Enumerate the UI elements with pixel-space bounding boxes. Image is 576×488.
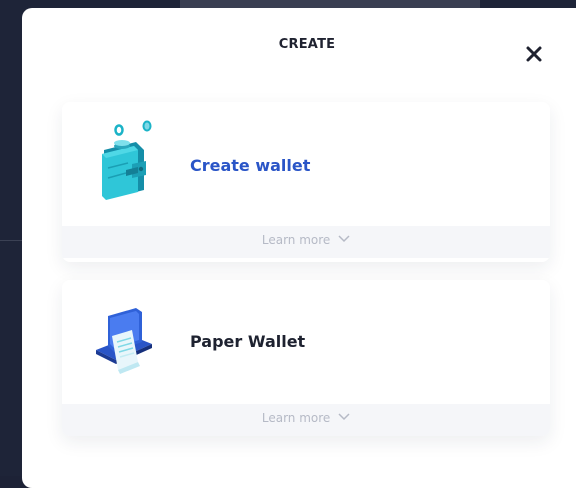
paper-wallet-option[interactable]: Paper Wallet [62, 280, 550, 404]
chevron-down-icon [338, 413, 350, 421]
chevron-down-icon [338, 235, 350, 243]
close-button[interactable] [522, 42, 546, 66]
create-wallet-option[interactable]: Create wallet [62, 102, 550, 226]
paper-wallet-label: Paper Wallet [190, 332, 306, 351]
paper-wallet-icon [96, 308, 152, 374]
create-wallet-card: Create wallet Learn more [62, 102, 550, 262]
backdrop-header [180, 0, 480, 8]
modal-title: CREATE [278, 37, 336, 52]
create-wallet-label: Create wallet [190, 156, 311, 175]
learn-more-label: Learn more [261, 233, 331, 247]
create-modal: CREATE Create wallet Learn more Paper Wa… [22, 8, 576, 488]
paper-wallet-learn-more[interactable]: Learn more [62, 404, 550, 436]
learn-more-label: Learn more [261, 411, 331, 425]
backdrop-divider [0, 240, 22, 241]
paper-wallet-card: Paper Wallet Learn more [62, 280, 550, 436]
create-wallet-learn-more[interactable]: Learn more [62, 226, 550, 258]
wallet-icon [102, 120, 152, 200]
close-icon [526, 46, 542, 62]
